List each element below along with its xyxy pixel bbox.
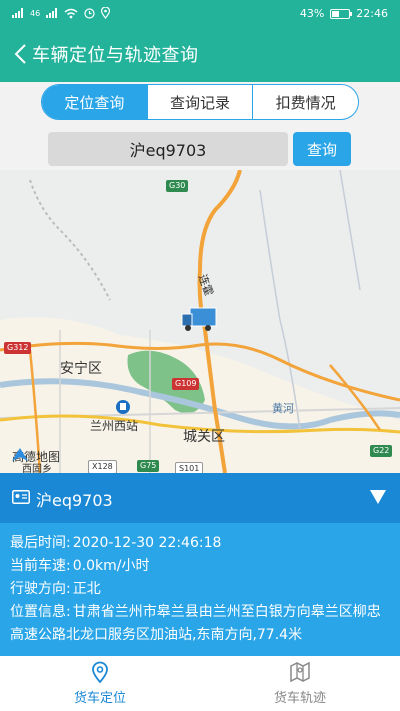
road-badge-g75: G75 (137, 460, 160, 472)
vehicle-info-body: 最后时间: 2020-12-30 22:46:18 当前车速: 0.0km/小时 行… (0, 523, 400, 656)
nav-truck-location[interactable]: 货车定位 (0, 656, 200, 711)
battery-icon (330, 8, 353, 19)
top-bar: 46 43% 22:46 车辆定位与轨迹查询 (0, 0, 400, 82)
app-header: 车辆定位与轨迹查询 (0, 28, 400, 82)
direction-label: 行驶方向: (10, 581, 71, 597)
map-view[interactable]: 安宁区 兰州西站 城关区 黄河 连霍 西固乡 G30 G312 G109 X12… (0, 170, 400, 473)
vehicle-info-header: 沪eq9703 (0, 473, 400, 523)
last-time-value: 2020-12-30 22:46:18 (72, 535, 222, 551)
direction-row: 行驶方向: 正北 (10, 578, 390, 601)
tab-bar: 定位查询 查询记录 扣费情况 (41, 84, 359, 120)
chevron-left-icon[interactable] (10, 42, 34, 66)
speed-label: 当前车速: (10, 558, 71, 574)
battery-percent: 43% (299, 7, 325, 20)
map-label-chengguan: 城关区 (183, 429, 225, 445)
tab-fee-status[interactable]: 扣费情况 (252, 85, 358, 119)
tab-query-history[interactable]: 查询记录 (146, 85, 253, 119)
search-panel: 定位查询 查询记录 扣费情况 查询 (0, 82, 400, 170)
status-bar: 46 43% 22:46 (0, 0, 400, 28)
alarm-icon (84, 7, 95, 19)
road-badge-g109: G109 (172, 378, 200, 390)
speed-row: 当前车速: 0.0km/小时 (10, 555, 390, 578)
amap-logo: 高德地图 (12, 448, 60, 465)
nav-truck-track-label: 货车轨迹 (273, 691, 326, 706)
tab-location-query[interactable]: 定位查询 (42, 85, 147, 119)
clock: 22:46 (356, 7, 388, 20)
location-status-icon (101, 7, 111, 19)
plate-search-input[interactable] (48, 132, 288, 166)
road-badge-s101: S101 (175, 462, 204, 473)
location-pin-icon (92, 661, 108, 683)
road-badge-x128: X128 (88, 460, 117, 473)
map-track-icon (290, 661, 310, 683)
road-badge-g22: G22 (370, 445, 393, 457)
speed-value: 0.0km/小时 (72, 558, 150, 574)
map-label-anning: 安宁区 (60, 361, 102, 377)
last-time-row: 最后时间: 2020-12-30 22:46:18 (10, 532, 390, 555)
station-icon (116, 400, 130, 414)
signal-icon (12, 8, 24, 18)
nav-truck-track[interactable]: 货车轨迹 (200, 656, 400, 711)
triangle-down-icon[interactable] (370, 490, 386, 504)
location-row: 位置信息: 甘肃省兰州市皋兰县由兰州至白银方向皋兰区柳忠高速公路北龙口服务区加油站… (10, 601, 390, 647)
map-label-lanzhou-west: 兰州西站 (90, 419, 139, 433)
road-badge-g312: G312 (4, 342, 32, 354)
amap-logo-icon (12, 448, 28, 461)
bottom-nav: 货车定位 货车轨迹 (0, 656, 400, 711)
network-type: 46 (30, 8, 41, 18)
vehicle-plate: 沪eq9703 (36, 491, 113, 510)
page-title: 车辆定位与轨迹查询 (32, 45, 199, 66)
direction-value: 正北 (72, 581, 101, 597)
wifi-icon (64, 8, 78, 18)
signal-icon-2 (46, 8, 58, 18)
road-badge-g30: G30 (166, 180, 189, 192)
id-card-icon (12, 490, 30, 504)
location-label: 位置信息: (10, 604, 71, 620)
nav-truck-location-label: 货车定位 (73, 691, 126, 706)
last-time-label: 最后时间: (10, 535, 71, 551)
query-button[interactable]: 查询 (293, 132, 351, 166)
map-label-yellow-river: 黄河 (272, 402, 294, 415)
